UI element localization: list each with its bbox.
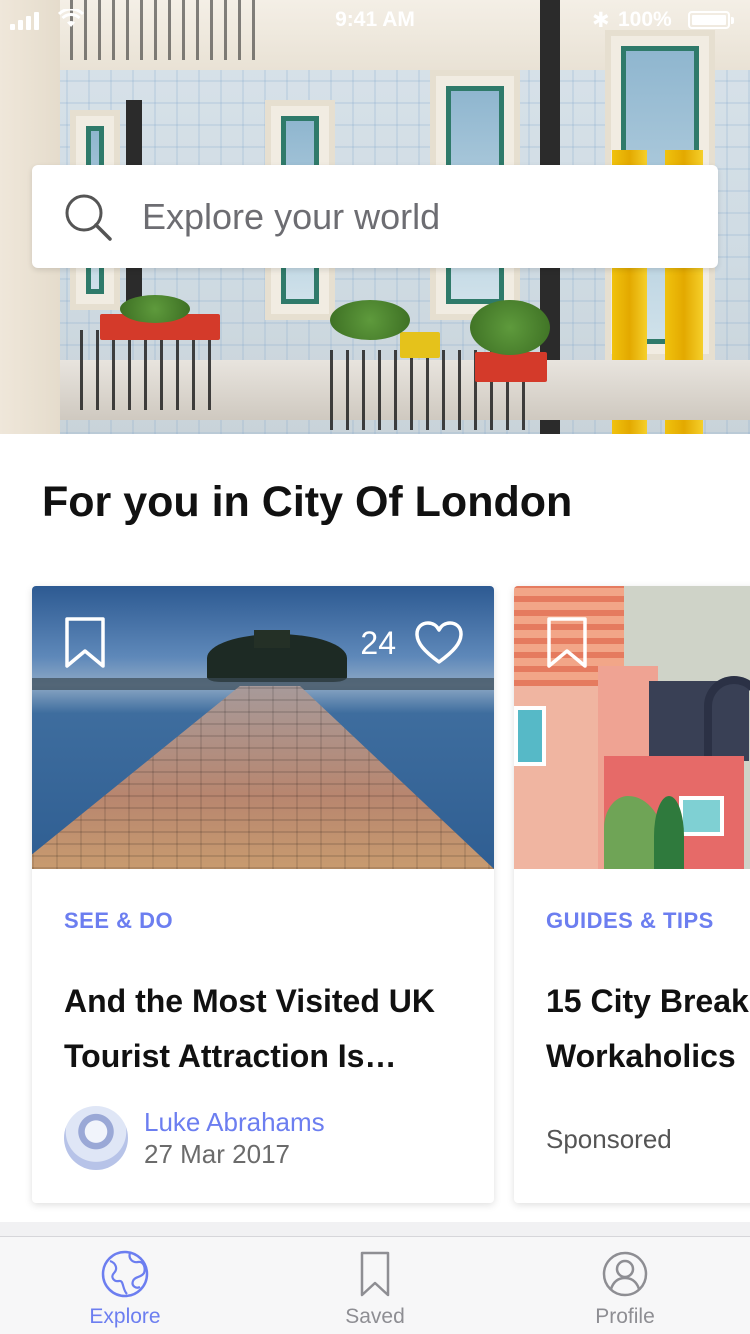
search-input[interactable] bbox=[142, 195, 682, 238]
tab-label: Saved bbox=[345, 1305, 405, 1328]
article-title-line: And the Most Visited UK bbox=[64, 983, 435, 1019]
hero-image: 9:41 AM ✱ 100% bbox=[0, 0, 750, 434]
article-title[interactable]: And the Most Visited UK Tourist Attracti… bbox=[64, 974, 484, 1084]
bookmark-icon[interactable] bbox=[64, 616, 106, 670]
flower-planter bbox=[475, 352, 547, 382]
article-category: SEE & DO bbox=[64, 908, 174, 933]
tab-bar: Explore Saved Profile bbox=[0, 1236, 750, 1334]
bookmark-icon[interactable] bbox=[546, 616, 588, 670]
search-icon bbox=[65, 194, 112, 241]
plant bbox=[330, 300, 410, 340]
article-title[interactable]: 15 City Breaks for Workaholics bbox=[546, 974, 750, 1084]
tab-profile[interactable]: Profile bbox=[500, 1237, 750, 1334]
publish-date: 27 Mar 2017 bbox=[144, 1139, 290, 1169]
status-bar: 9:41 AM ✱ 100% bbox=[0, 0, 750, 40]
castle bbox=[254, 630, 290, 648]
person-icon bbox=[602, 1251, 648, 1297]
likes-count: 24 bbox=[360, 624, 396, 661]
likes-counter[interactable]: 24 bbox=[360, 620, 464, 666]
battery-icon bbox=[688, 11, 734, 29]
article-card[interactable]: GUIDES & TIPS 15 City Breaks for Workaho… bbox=[514, 586, 750, 1203]
plant bbox=[120, 295, 190, 323]
article-category: GUIDES & TIPS bbox=[546, 908, 714, 933]
heart-icon[interactable] bbox=[414, 620, 464, 666]
search-bar[interactable] bbox=[32, 165, 718, 268]
article-title-line: 15 City Breaks for bbox=[546, 983, 750, 1019]
app-screen: 9:41 AM ✱ 100% For you in City Of London bbox=[0, 0, 750, 1334]
article-title-line: Workaholics bbox=[546, 1038, 736, 1074]
article-title-line: Tourist Attraction Is… bbox=[64, 1038, 397, 1074]
globe-icon bbox=[101, 1250, 149, 1298]
causeway bbox=[32, 686, 494, 869]
flower-planter bbox=[400, 332, 440, 358]
balcony-railing bbox=[80, 330, 220, 410]
tab-saved[interactable]: Saved bbox=[250, 1237, 500, 1334]
illustrated-tree bbox=[654, 796, 684, 869]
author-name[interactable]: Luke Abrahams bbox=[144, 1106, 325, 1138]
bookmark-icon bbox=[360, 1251, 390, 1297]
section-title: For you in City Of London bbox=[42, 478, 573, 526]
article-card[interactable]: 24 SEE & DO And the Most Visited UK Tour… bbox=[32, 586, 494, 1203]
tab-explore[interactable]: Explore bbox=[0, 1237, 250, 1334]
bluetooth-icon: ✱ bbox=[592, 9, 610, 32]
content-divider bbox=[0, 1222, 750, 1236]
author-info[interactable]: Luke Abrahams 27 Mar 2017 bbox=[64, 1106, 325, 1170]
battery-percentage: 100% bbox=[618, 8, 672, 31]
tab-label: Explore bbox=[89, 1305, 161, 1328]
avatar[interactable] bbox=[64, 1106, 128, 1170]
plant bbox=[470, 300, 550, 355]
sponsored-label: Sponsored bbox=[546, 1124, 672, 1154]
tab-label: Profile bbox=[595, 1305, 655, 1328]
